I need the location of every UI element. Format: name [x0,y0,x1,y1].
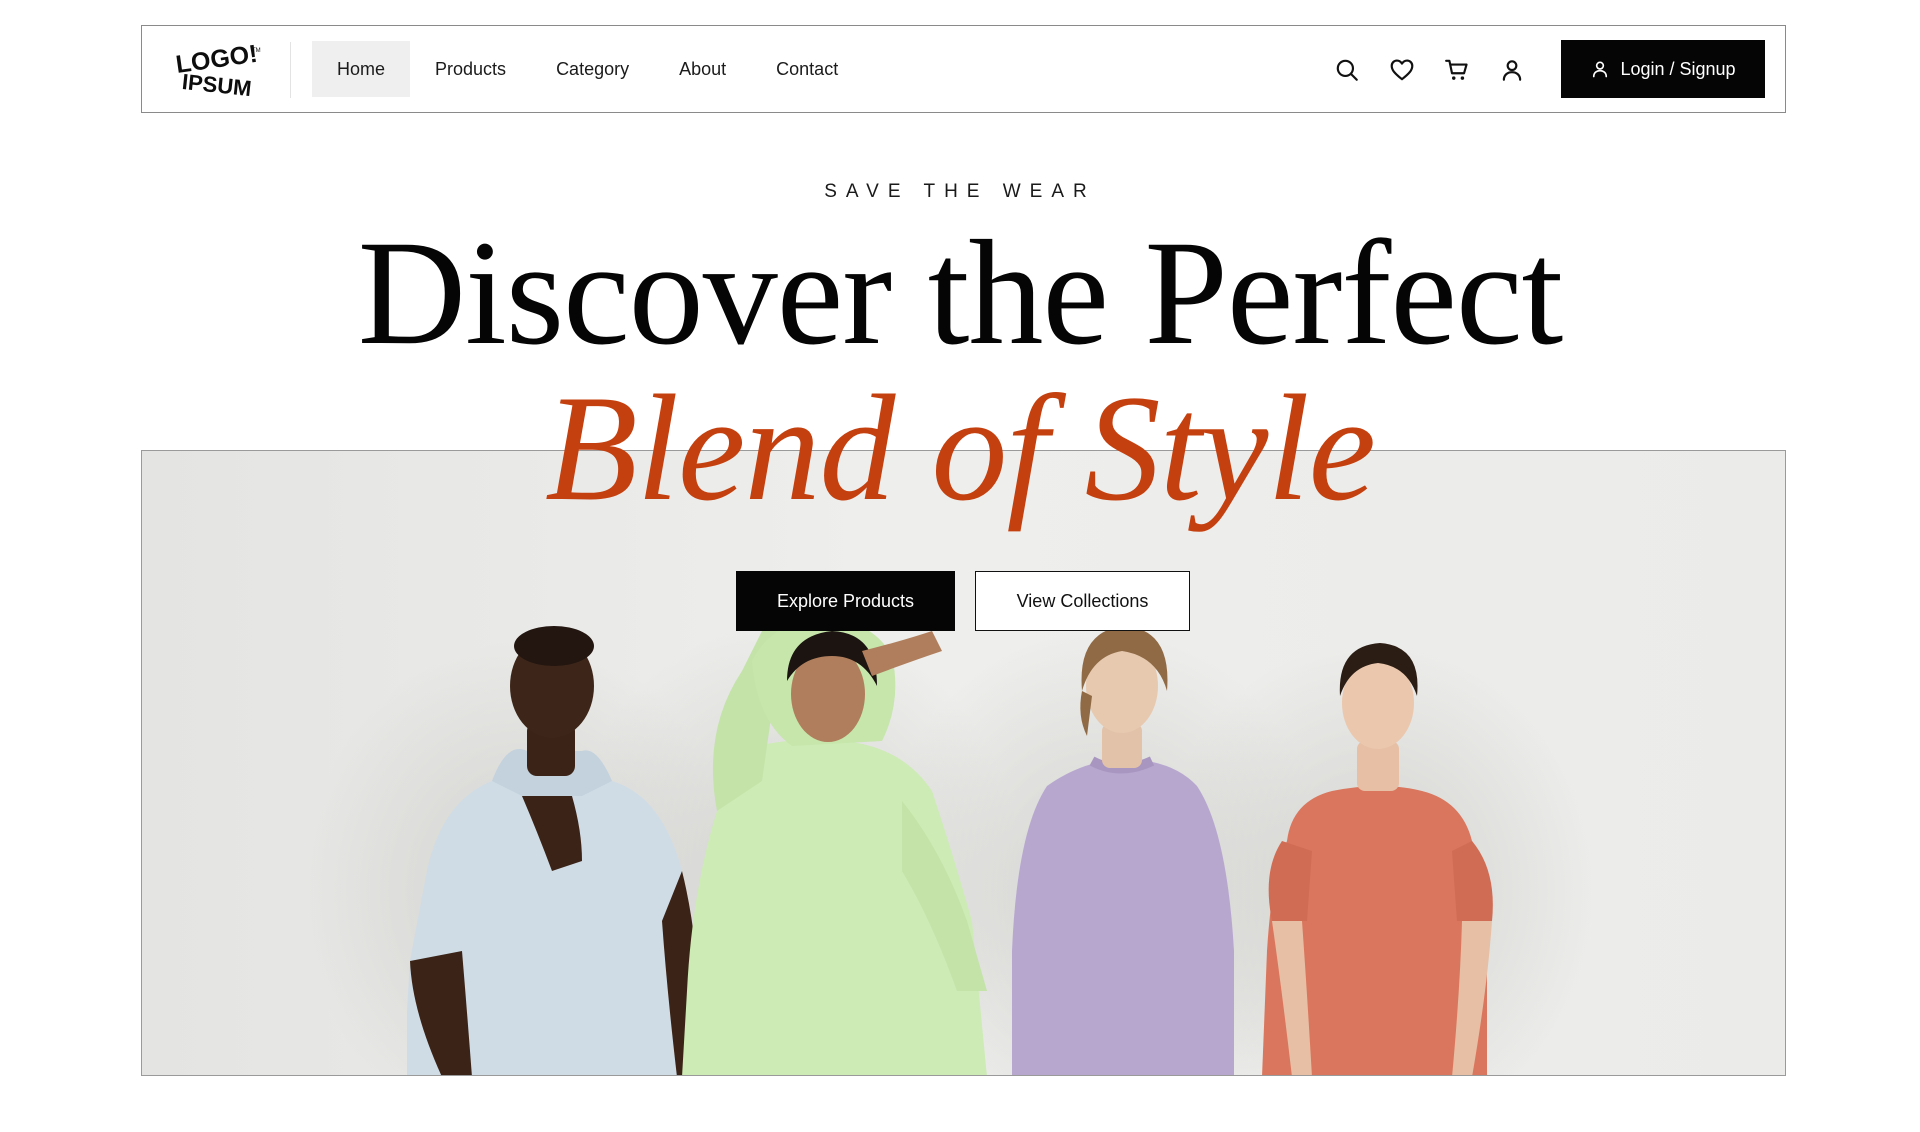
hero-eyebrow: SAVE THE WEAR [824,181,1096,202]
user-icon [1502,60,1522,81]
hero-image [141,450,1786,1076]
main-nav: Home Products Category About Contact [312,41,863,97]
nav-link-products[interactable]: Products [410,41,531,97]
hero-headline-accent: Blend of Style [544,364,1376,532]
wishlist-button[interactable] [1386,54,1418,86]
account-button[interactable] [1496,54,1528,86]
user-icon [1593,61,1608,78]
brand-logo[interactable]: LOGO! IPSUM TM [172,40,262,101]
svg-text:TM: TM [252,48,261,54]
search-button[interactable] [1331,54,1363,86]
logo-mark: LOGO! IPSUM TM [174,40,261,101]
view-collections-button[interactable]: View Collections [975,571,1190,631]
navbar: LOGO! IPSUM TM Home Products Category Ab… [141,25,1786,113]
hero-headline: Discover the Perfect [357,210,1563,376]
models-photo [302,619,1592,1075]
nav-link-home[interactable]: Home [312,41,411,97]
explore-products-button[interactable]: Explore Products [736,571,955,631]
nav-link-contact[interactable]: Contact [751,41,863,97]
cart-button[interactable] [1441,54,1473,86]
login-signup-label: Login / Signup [1620,58,1736,79]
cart-icon [1445,59,1468,80]
svg-text:IPSUM: IPSUM [181,69,253,98]
nav-link-about[interactable]: About [654,41,751,97]
nav-link-category[interactable]: Category [531,41,654,97]
search-icon [1336,59,1358,81]
heart-icon [1390,59,1414,81]
login-signup-button[interactable]: Login / Signup [1561,40,1765,98]
nav-divider [290,42,291,98]
